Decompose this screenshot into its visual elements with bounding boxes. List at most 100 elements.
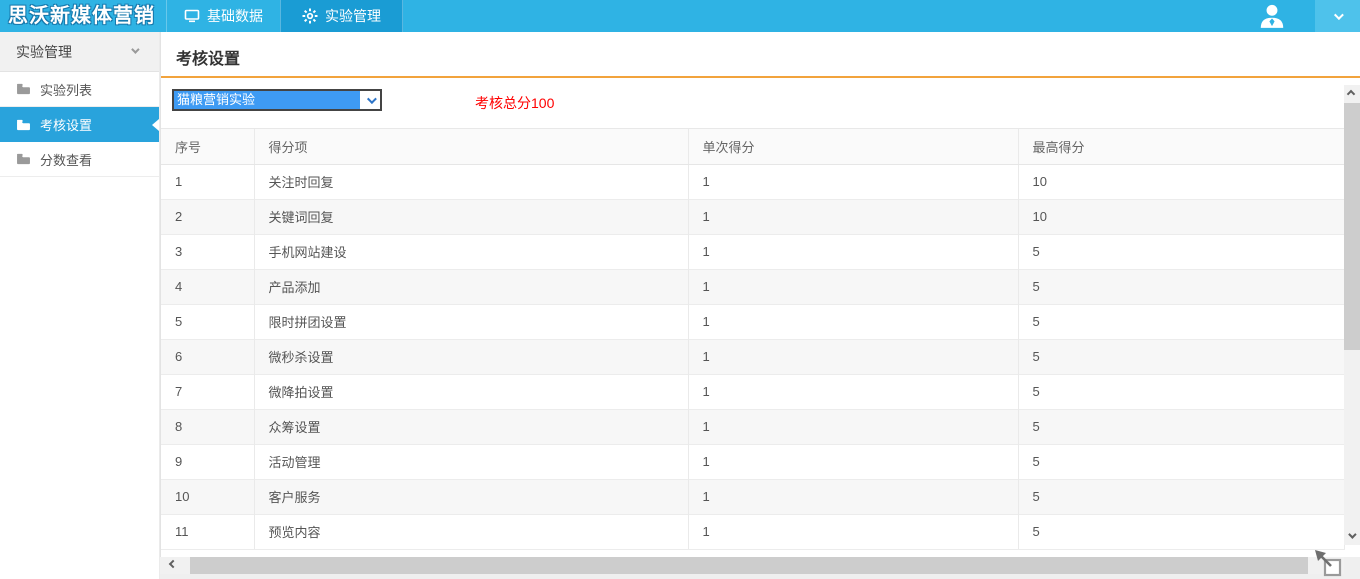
bottom-strip <box>160 574 1360 579</box>
cell-single-score: 1 <box>688 269 1019 304</box>
user-avatar-button[interactable] <box>1257 0 1315 32</box>
experiment-select-value: 猫粮营销实验 <box>174 91 360 109</box>
cell-single-score: 1 <box>688 199 1019 234</box>
gear-icon <box>302 8 318 24</box>
horizontal-scrollbar-thumb[interactable] <box>190 557 1308 574</box>
cell-score-item: 微降拍设置 <box>254 374 689 409</box>
cell-no: 5 <box>161 304 255 339</box>
sidebar-item-experiment-list[interactable]: 实验列表 <box>0 72 159 107</box>
vertical-scrollbar[interactable] <box>1344 85 1360 545</box>
cell-max-score: 5 <box>1018 374 1345 409</box>
chevron-down-icon <box>131 45 140 54</box>
table-row: 3 手机网站建设 1 5 <box>161 234 1345 269</box>
cell-no: 4 <box>161 269 255 304</box>
table-row: 2 关键词回复 1 10 <box>161 199 1345 234</box>
active-item-notch <box>152 118 159 131</box>
top-menu-experiment-mgmt[interactable]: 实验管理 <box>280 0 403 32</box>
cell-no: 10 <box>161 479 255 514</box>
assessment-table-container: 序号 得分项 单次得分 最高得分 1 关注时回复 1 10 2 关键词回复 1 … <box>161 128 1345 557</box>
table-row: 10 客户服务 1 5 <box>161 479 1345 514</box>
table-row: 8 众筹设置 1 5 <box>161 409 1345 444</box>
cell-max-score: 5 <box>1018 409 1345 444</box>
total-score-label: 考核总分100 <box>475 95 555 111</box>
top-menu-label: 实验管理 <box>325 8 381 24</box>
cell-no: 2 <box>161 199 255 234</box>
cell-single-score: 1 <box>688 164 1019 199</box>
sidebar-item-label: 分数查看 <box>40 152 93 168</box>
app-logo: 思沃新媒体营销 <box>8 5 155 27</box>
topbar-dropdown-toggle[interactable] <box>1315 0 1360 32</box>
cell-single-score: 1 <box>688 234 1019 269</box>
table-row: 11 预览内容 1 5 <box>161 514 1345 549</box>
cell-single-score: 1 <box>688 374 1019 409</box>
cell-max-score: 5 <box>1018 514 1345 549</box>
scroll-left-arrow-icon[interactable] <box>168 559 178 569</box>
cell-max-score: 5 <box>1018 444 1345 479</box>
cell-single-score: 1 <box>688 444 1019 479</box>
scroll-down-arrow-icon[interactable] <box>1348 530 1357 539</box>
table-row: 1 关注时回复 1 10 <box>161 164 1345 199</box>
sidebar-item-assessment-settings[interactable]: 考核设置 <box>0 107 159 142</box>
cell-no: 1 <box>161 164 255 199</box>
top-menu-basic-data[interactable]: 基础数据 <box>166 0 280 32</box>
cell-single-score: 1 <box>688 409 1019 444</box>
folder-icon <box>16 119 31 131</box>
cell-single-score: 1 <box>688 479 1019 514</box>
table-row: 6 微秒杀设置 1 5 <box>161 339 1345 374</box>
cell-single-score: 1 <box>688 304 1019 339</box>
assessment-table: 序号 得分项 单次得分 最高得分 1 关注时回复 1 10 2 关键词回复 1 … <box>161 129 1345 549</box>
toolbar: 猫粮营销实验 考核总分100 <box>161 78 1360 128</box>
chevron-down-icon <box>1333 9 1344 20</box>
cell-single-score: 1 <box>688 514 1019 549</box>
cell-no: 11 <box>161 514 255 549</box>
cell-max-score: 5 <box>1018 339 1345 374</box>
topbar-right <box>1257 0 1360 32</box>
chevron-down-icon <box>366 93 377 104</box>
table-body: 1 关注时回复 1 10 2 关键词回复 1 10 3 手机网站建设 1 5 4… <box>161 164 1345 549</box>
top-menu-label: 基础数据 <box>207 8 263 24</box>
header-max-score: 最高得分 <box>1018 129 1345 165</box>
folder-icon <box>16 153 31 165</box>
select-dropdown-arrow <box>360 91 380 109</box>
resize-handle-icon[interactable] <box>1313 550 1343 578</box>
top-menu: 基础数据 实验管理 <box>166 0 403 32</box>
cell-no: 9 <box>161 444 255 479</box>
sidebar-item-score-view[interactable]: 分数查看 <box>0 142 159 177</box>
cell-max-score: 5 <box>1018 234 1345 269</box>
page-header: 考核设置 <box>161 32 1360 78</box>
table-header-row: 序号 得分项 单次得分 最高得分 <box>161 129 1345 165</box>
folder-icon <box>16 83 31 95</box>
page-title: 考核设置 <box>176 51 241 68</box>
sidebar-group-label: 实验管理 <box>16 44 72 60</box>
scroll-up-arrow-icon[interactable] <box>1346 89 1356 99</box>
sidebar-group-experiment-mgmt[interactable]: 实验管理 <box>0 32 159 72</box>
cell-max-score: 10 <box>1018 164 1345 199</box>
cell-score-item: 产品添加 <box>254 269 689 304</box>
cell-score-item: 众筹设置 <box>254 409 689 444</box>
cell-max-score: 5 <box>1018 479 1345 514</box>
cell-single-score: 1 <box>688 339 1019 374</box>
main-content: 考核设置 猫粮营销实验 考核总分100 序号 得分项 单次得分 最高得分 1 关… <box>160 32 1360 579</box>
cell-score-item: 活动管理 <box>254 444 689 479</box>
table-row: 9 活动管理 1 5 <box>161 444 1345 479</box>
sidebar: 实验管理 实验列表 考核设置 分数查看 <box>0 32 160 579</box>
cell-score-item: 手机网站建设 <box>254 234 689 269</box>
cell-score-item: 限时拼团设置 <box>254 304 689 339</box>
scrollbar-corner <box>1344 557 1360 574</box>
cell-max-score: 10 <box>1018 199 1345 234</box>
cell-score-item: 关键词回复 <box>254 199 689 234</box>
cell-max-score: 5 <box>1018 269 1345 304</box>
header-score-item: 得分项 <box>254 129 689 165</box>
header-single-score: 单次得分 <box>688 129 1019 165</box>
sidebar-item-label: 实验列表 <box>40 82 93 98</box>
cell-score-item: 关注时回复 <box>254 164 689 199</box>
horizontal-scrollbar[interactable] <box>160 557 1345 574</box>
cell-max-score: 5 <box>1018 304 1345 339</box>
header-no: 序号 <box>161 129 255 165</box>
cell-no: 3 <box>161 234 255 269</box>
vertical-scrollbar-thumb[interactable] <box>1344 103 1360 350</box>
user-icon <box>1257 3 1287 29</box>
experiment-select[interactable]: 猫粮营销实验 <box>172 89 382 111</box>
monitor-icon <box>184 9 200 23</box>
table-row-partial <box>161 549 1345 557</box>
